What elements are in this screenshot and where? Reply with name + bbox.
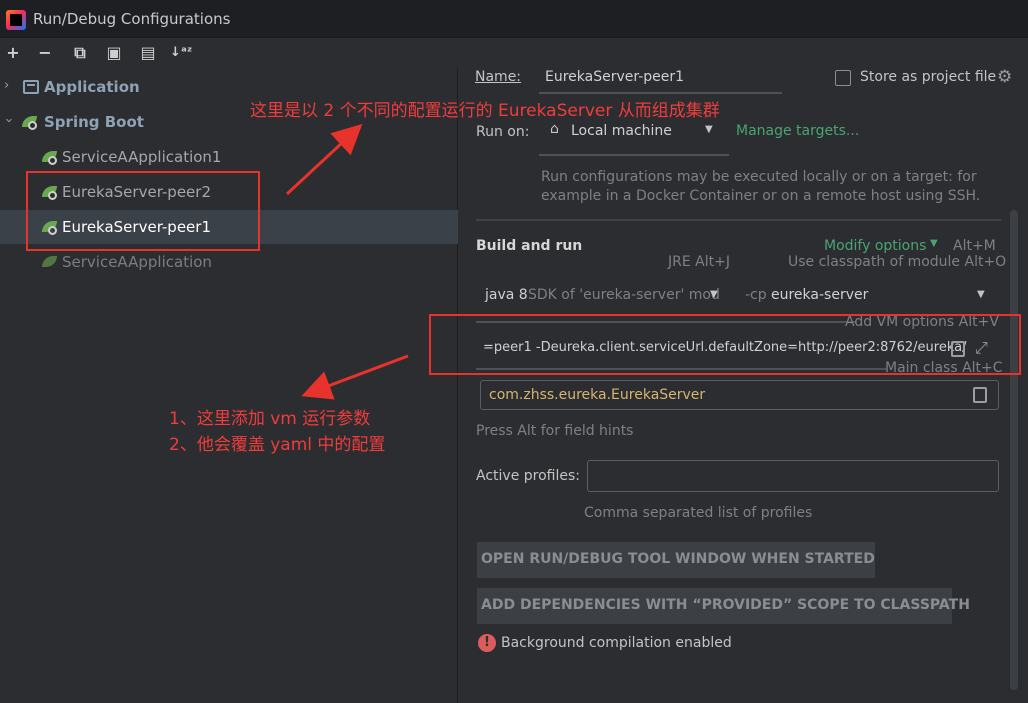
- active-profiles-field[interactable]: [587, 460, 999, 492]
- modify-options-shortcut: Alt+M: [953, 238, 996, 254]
- spring-boot-icon: [42, 256, 57, 267]
- intellij-logo-icon: [6, 10, 26, 30]
- home-icon: ⌂: [550, 121, 559, 137]
- classpath-prefix: -cp: [745, 287, 767, 303]
- gear-icon[interactable]: ⚙: [997, 67, 1012, 87]
- chevron-down-icon[interactable]: ▼: [705, 124, 713, 135]
- annotation-vm-line2: 2、他会覆盖 yaml 中的配置: [169, 435, 386, 455]
- run-on-select[interactable]: Local machine: [571, 123, 672, 139]
- background-compilation-text: Background compilation enabled: [501, 635, 732, 651]
- copy-icon[interactable]: ⧉: [70, 43, 90, 63]
- name-field-underline: [539, 92, 782, 94]
- add-dependencies-option[interactable]: ADD DEPENDENCIES WITH “PROVIDED” SCOPE T…: [477, 588, 970, 624]
- profiles-hint: Comma separated list of profiles: [584, 505, 813, 521]
- config-toolbar: + − ⧉ ▣ ▤ ↓ᵃᶻ: [0, 38, 460, 68]
- tree-group-label: Spring Boot: [44, 113, 144, 131]
- annotation-vm-line1: 1、这里添加 vm 运行参数: [169, 409, 371, 429]
- field-hints-text: Press Alt for field hints: [476, 423, 634, 439]
- folder-icon[interactable]: ▤: [138, 43, 158, 63]
- tree-item-serviceaapplication1[interactable]: ServiceAApplication1: [0, 140, 458, 174]
- open-tool-window-option[interactable]: OPEN RUN/DEBUG TOOL WINDOW WHEN STARTED: [477, 542, 875, 578]
- store-project-checkbox[interactable]: [835, 70, 851, 86]
- run-on-label: Run on:: [476, 124, 530, 140]
- run-on-hint-line2: example in a Docker Container or on a re…: [541, 188, 981, 204]
- document-icon[interactable]: [973, 387, 987, 403]
- jre-select-main[interactable]: java 8: [485, 287, 528, 303]
- tree-item-label: ServiceAApplication1: [62, 148, 222, 166]
- annotation-box-servers: [26, 171, 260, 251]
- annotation-box-vm-options: [429, 314, 1021, 375]
- classpath-hint: Use classpath of module Alt+O: [788, 254, 1007, 270]
- run-on-hint-line1: Run configurations may be executed local…: [541, 169, 977, 185]
- run-on-underline: [539, 154, 729, 156]
- window-title: Run/Debug Configurations: [33, 10, 231, 28]
- gear-icon: [48, 156, 57, 165]
- chevron-down-icon[interactable]: ▼: [710, 289, 718, 300]
- warning-icon: !: [478, 634, 496, 652]
- gear-icon: [28, 121, 37, 130]
- tree-group-label: Application: [44, 78, 140, 96]
- name-field[interactable]: EurekaServer-peer1: [545, 69, 684, 85]
- name-label: Name:: [475, 69, 522, 85]
- manage-targets-link[interactable]: Manage targets...: [736, 123, 859, 139]
- application-icon: [23, 80, 39, 94]
- save-icon[interactable]: ▣: [104, 43, 124, 63]
- jre-select-sub: SDK of 'eureka-server' mod: [528, 287, 720, 303]
- chevron-down-icon[interactable]: ›: [1, 118, 16, 123]
- annotation-top-text: 这里是以 2 个不同的配置运行的 EurekaServer 从而组成集群: [250, 101, 720, 121]
- classpath-select[interactable]: eureka-server: [771, 287, 868, 303]
- config-tree-panel: › Application › Spring Boot ServiceAAppl…: [0, 68, 458, 703]
- build-and-run-title: Build and run: [476, 238, 583, 254]
- chevron-down-icon[interactable]: ▼: [977, 289, 985, 300]
- store-project-label[interactable]: Store as project file: [860, 69, 996, 85]
- title-bar: Run/Debug Configurations: [0, 0, 1028, 38]
- jre-hint: JRE Alt+J: [668, 254, 730, 270]
- section-divider: [476, 219, 1001, 221]
- add-icon[interactable]: +: [3, 43, 23, 63]
- form-scrollbar[interactable]: [1010, 210, 1018, 690]
- active-profiles-label: Active profiles:: [476, 468, 580, 484]
- chevron-right-icon[interactable]: ›: [4, 78, 9, 93]
- remove-icon[interactable]: −: [35, 43, 55, 63]
- sort-icon[interactable]: ↓ᵃᶻ: [170, 43, 192, 63]
- modify-options-link[interactable]: Modify options: [824, 238, 926, 254]
- tree-item-label: ServiceAApplication: [62, 253, 212, 271]
- main-class-value: com.zhss.eureka.EurekaServer: [489, 387, 706, 403]
- chevron-down-icon[interactable]: ▼: [930, 238, 938, 249]
